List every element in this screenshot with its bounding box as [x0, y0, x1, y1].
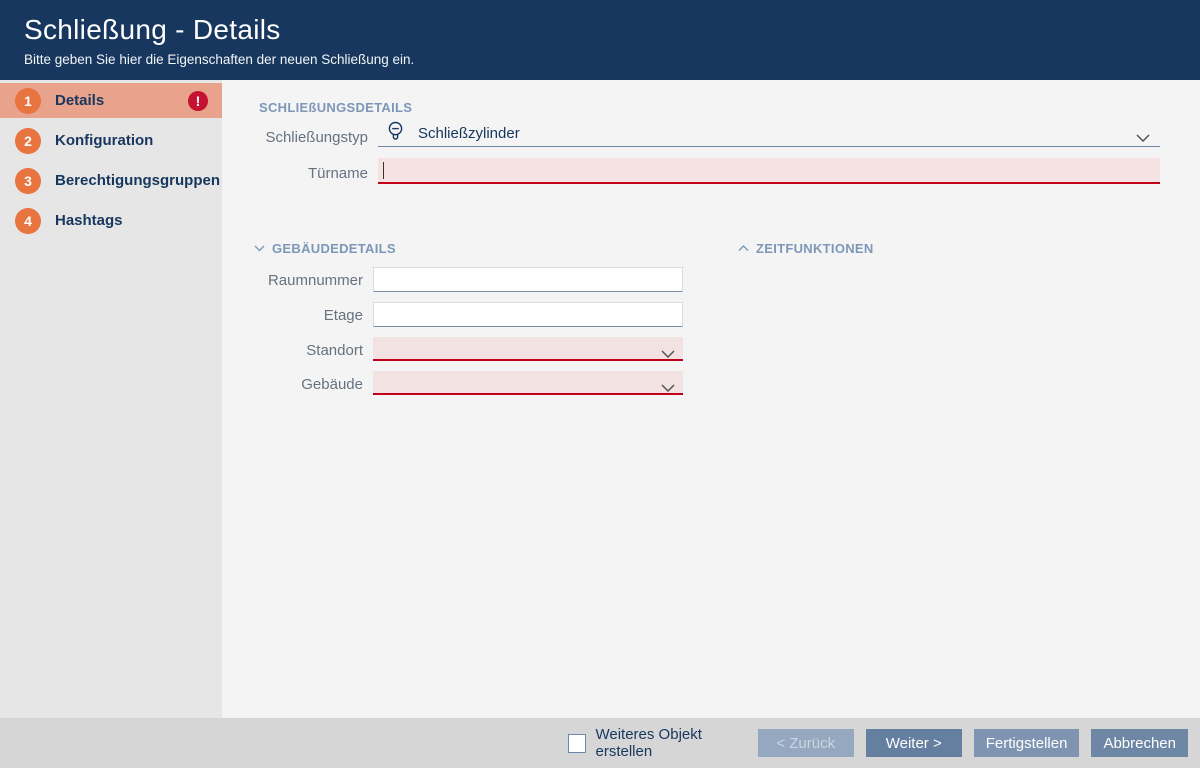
step-number-badge: 4	[15, 208, 41, 234]
lock-cylinder-icon	[387, 121, 404, 147]
wizard-header: Schließung - Details Bitte geben Sie hie…	[0, 0, 1200, 80]
floor-label: Etage	[222, 307, 363, 324]
door-name-input[interactable]	[378, 158, 1160, 184]
page-subtitle: Bitte geben Sie hier die Eigenschaften d…	[24, 52, 1200, 67]
chevron-down-icon	[1136, 129, 1150, 147]
validation-error-icon: !	[188, 91, 208, 111]
footer-buttons: < Zurück Weiter > Fertigstellen Abbreche…	[758, 729, 1188, 757]
create-another-object-label: Weiteres Objekt erstellen	[595, 726, 757, 760]
room-number-input[interactable]	[373, 267, 683, 292]
step-berechtigungsgruppen[interactable]: 3 Berechtigungsgruppen	[0, 163, 222, 198]
section-title-zeitfunktionen: ZEITFUNKTIONEN	[756, 241, 874, 256]
floor-input[interactable]	[373, 302, 683, 327]
create-another-object-checkbox[interactable]	[568, 734, 586, 753]
chevron-down-icon	[661, 345, 675, 363]
chevron-down-icon	[661, 379, 675, 397]
section-toggle-zeitfunktionen[interactable]: ZEITFUNKTIONEN	[738, 241, 874, 256]
page-title: Schließung - Details	[24, 14, 1200, 46]
door-name-label: Türname	[222, 165, 368, 182]
create-another-object-option[interactable]: Weiteres Objekt erstellen	[568, 726, 758, 760]
next-button[interactable]: Weiter >	[866, 729, 962, 757]
step-number-badge: 2	[15, 128, 41, 154]
step-label: Konfiguration	[55, 132, 153, 149]
chevron-down-icon	[254, 245, 265, 252]
building-dropdown[interactable]	[373, 371, 683, 395]
step-number-badge: 1	[15, 88, 41, 114]
step-hashtags[interactable]: 4 Hashtags	[0, 203, 222, 238]
step-konfiguration[interactable]: 2 Konfiguration	[0, 123, 222, 158]
details-form: SCHLIEßUNGSDETAILS Schließungstyp Schlie…	[222, 80, 1200, 718]
wizard-steps-sidebar: 1 Details ! 2 Konfiguration 3 Berechtigu…	[0, 80, 222, 718]
cancel-button[interactable]: Abbrechen	[1091, 729, 1188, 757]
location-dropdown[interactable]	[373, 337, 683, 361]
wizard-window: Schließung - Details Bitte geben Sie hie…	[0, 0, 1200, 768]
step-number-badge: 3	[15, 168, 41, 194]
text-cursor	[383, 162, 384, 179]
locking-type-dropdown[interactable]: Schließzylinder	[378, 121, 1160, 147]
back-button[interactable]: < Zurück	[758, 729, 854, 757]
wizard-footer: Weiteres Objekt erstellen < Zurück Weite…	[0, 718, 1200, 768]
room-number-label: Raumnummer	[222, 272, 363, 289]
chevron-up-icon	[738, 245, 749, 252]
step-label: Details	[55, 92, 104, 109]
finish-button[interactable]: Fertigstellen	[974, 729, 1080, 757]
section-title-schliessungsdetails: SCHLIEßUNGSDETAILS	[259, 100, 412, 115]
building-label: Gebäude	[222, 376, 363, 393]
section-title-gebaeudedetails: GEBÄUDEDETAILS	[272, 241, 396, 256]
section-toggle-gebaeudedetails[interactable]: GEBÄUDEDETAILS	[254, 241, 396, 256]
locking-type-value: Schließzylinder	[418, 125, 520, 142]
step-label: Berechtigungsgruppen	[55, 172, 220, 189]
step-details[interactable]: 1 Details !	[0, 83, 222, 118]
locking-type-label: Schließungstyp	[222, 129, 368, 146]
location-label: Standort	[222, 342, 363, 359]
step-label: Hashtags	[55, 212, 123, 229]
